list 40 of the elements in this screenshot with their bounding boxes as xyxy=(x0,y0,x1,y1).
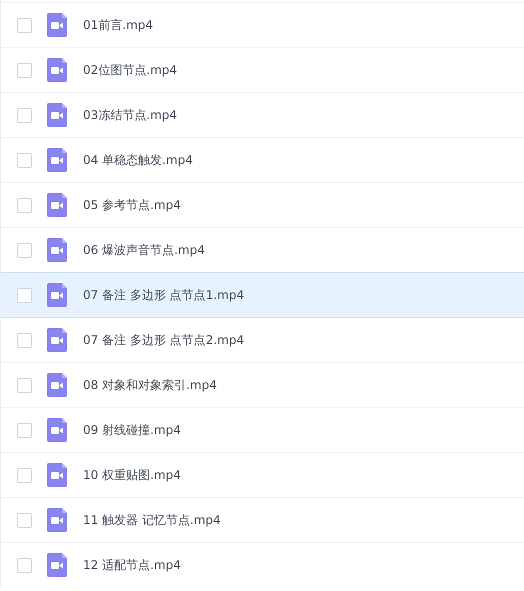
video-file-icon xyxy=(47,553,67,577)
file-name: 06 爆波声音节点.mp4 xyxy=(83,242,205,258)
video-file-icon xyxy=(47,103,67,127)
file-name: 03冻结节点.mp4 xyxy=(83,106,178,124)
checkbox[interactable] xyxy=(17,288,32,302)
file-name: 04 单稳态触发.mp4 xyxy=(83,152,193,168)
file-name: 07 备注 多边形 点节点2.mp4 xyxy=(83,332,244,348)
file-name: 07 备注 多边形 点节点1.mp4 xyxy=(83,286,244,304)
video-file-icon xyxy=(47,418,67,442)
checkbox[interactable] xyxy=(17,378,32,392)
checkbox[interactable] xyxy=(17,558,32,572)
checkbox[interactable] xyxy=(17,332,32,348)
checkbox[interactable] xyxy=(17,468,32,482)
checkbox[interactable] xyxy=(17,108,32,122)
checkbox[interactable] xyxy=(17,62,32,78)
checkbox[interactable] xyxy=(17,422,32,438)
video-file-icon xyxy=(47,148,67,172)
video-file-icon xyxy=(47,193,67,217)
file-name: 08 对象和对象索引.mp4 xyxy=(83,376,217,394)
file-name: 09 射线碰撞.mp4 xyxy=(83,422,181,438)
video-file-icon xyxy=(47,283,67,307)
checkbox[interactable] xyxy=(17,152,32,168)
checkbox[interactable] xyxy=(17,198,32,212)
file-name: 05 参考节点.mp4 xyxy=(83,196,181,214)
video-file-icon xyxy=(47,463,67,487)
file-name: 11 触发器 记忆节点.mp4 xyxy=(83,512,221,528)
video-file-icon xyxy=(47,238,67,262)
checkbox[interactable] xyxy=(17,512,32,528)
file-name: 10 权重贴图.mp4 xyxy=(83,466,181,484)
checkbox[interactable] xyxy=(17,242,32,258)
file-name: 12 适配节点.mp4 xyxy=(83,556,181,574)
file-name: 01前言.mp4 xyxy=(83,16,154,34)
file-name: 02位图节点.mp4 xyxy=(83,62,178,78)
video-file-icon xyxy=(47,328,67,352)
video-file-icon xyxy=(47,58,67,82)
video-file-icon xyxy=(47,508,67,532)
video-file-icon xyxy=(47,373,67,397)
checkbox[interactable] xyxy=(17,18,32,32)
file-row[interactable]: 07 备注 多边形 点节点1.mp4 xyxy=(1,272,524,317)
video-file-icon xyxy=(47,13,67,37)
